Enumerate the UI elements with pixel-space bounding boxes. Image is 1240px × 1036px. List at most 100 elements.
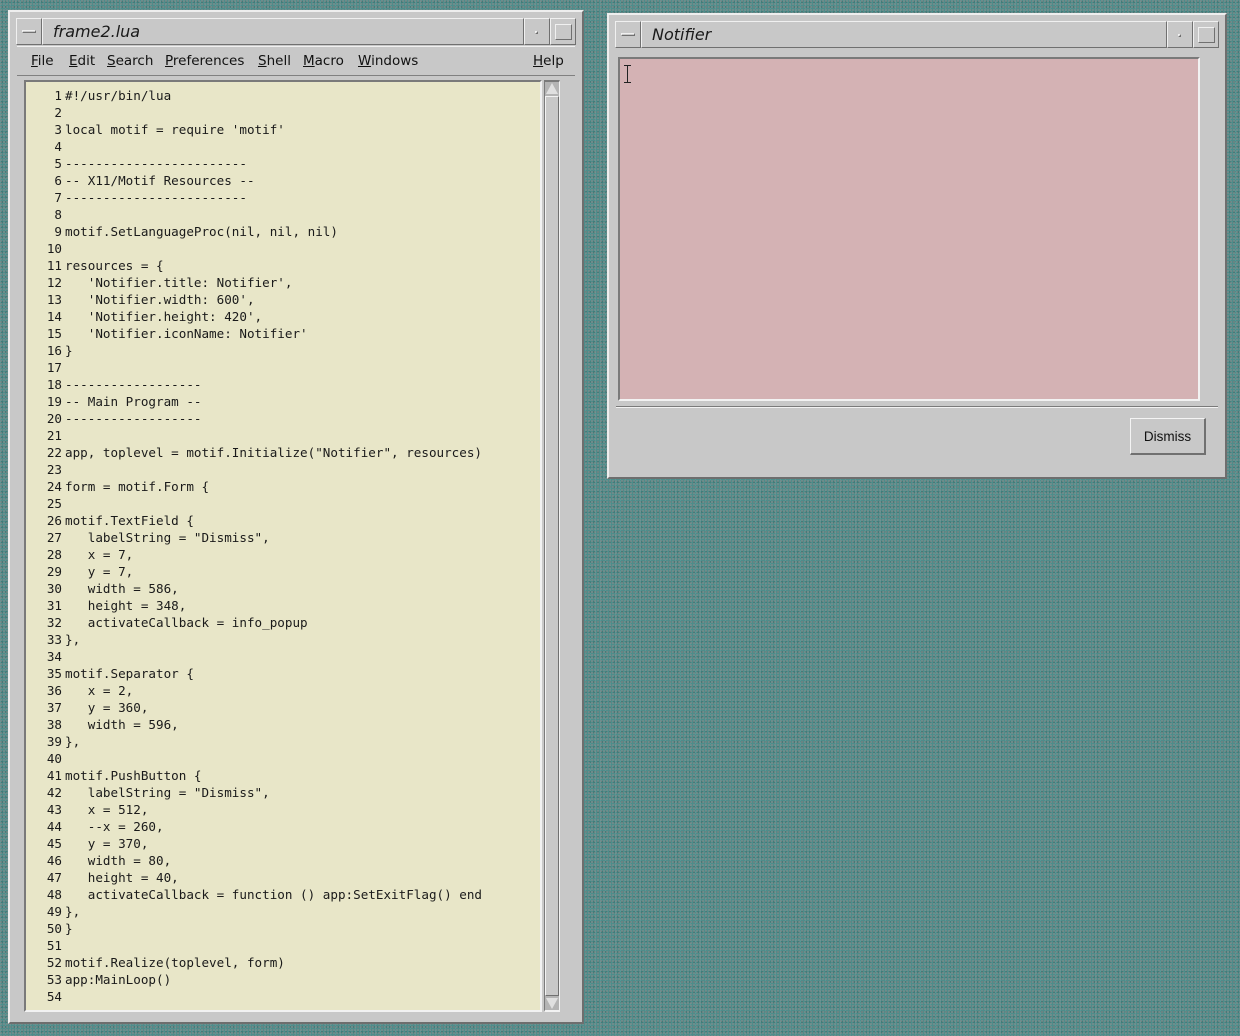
line-number: 47 <box>46 870 62 885</box>
line-number: 30 <box>46 581 62 596</box>
editor-titlebar[interactable]: frame2.lua <box>16 18 576 45</box>
line-number: 8 <box>54 207 62 222</box>
line-number: 50 <box>46 921 62 936</box>
line-number: 15 <box>46 326 62 341</box>
window-menu-button[interactable] <box>16 18 42 45</box>
line-number: 11 <box>46 258 62 273</box>
line-text: } <box>65 343 73 358</box>
maximize-button[interactable] <box>1193 21 1219 48</box>
line-text <box>62 427 65 444</box>
line-text <box>62 104 65 121</box>
line-number: 25 <box>46 496 62 511</box>
menu-file[interactable]: File <box>31 53 54 69</box>
line-text: width = 586, <box>65 581 179 596</box>
line-number: 43 <box>46 802 62 817</box>
code-line: 24 form = motif.Form { <box>26 478 482 495</box>
line-text: y = 360, <box>65 700 149 715</box>
scroll-up-arrow-icon[interactable] <box>546 83 558 94</box>
menu-shell[interactable]: Shell <box>258 53 291 69</box>
notifier-window-title[interactable]: Notifier <box>641 21 1167 48</box>
line-number: 21 <box>46 428 62 443</box>
editor-window: frame2.lua File Edit Search Preferences … <box>8 10 584 1024</box>
line-number: 48 <box>46 887 62 902</box>
notifier-text-field[interactable] <box>618 57 1200 401</box>
line-text <box>62 461 65 478</box>
window-menu-button[interactable] <box>615 21 641 48</box>
code-line: 32 activateCallback = info_popup <box>26 614 482 631</box>
code-line: 26 motif.TextField { <box>26 512 482 529</box>
line-number: 49 <box>46 904 62 919</box>
line-number: 37 <box>46 700 62 715</box>
line-number: 10 <box>46 241 62 256</box>
menu-bar: File Edit Search Preferences Shell Macro… <box>17 46 575 76</box>
line-number: 46 <box>46 853 62 868</box>
line-text: 'Notifier.width: 600', <box>65 292 255 307</box>
dismiss-button[interactable]: Dismiss <box>1130 418 1206 455</box>
code-line: 47 height = 40, <box>26 869 482 886</box>
line-text: form = motif.Form { <box>65 479 210 494</box>
menu-edit[interactable]: Edit <box>69 53 95 69</box>
code-line: 27 labelString = "Dismiss", <box>26 529 482 546</box>
menu-search[interactable]: Search <box>107 53 153 69</box>
line-text <box>62 648 65 665</box>
code-line: 40 <box>26 750 482 767</box>
line-text: }, <box>65 632 81 647</box>
minimize-icon <box>535 31 538 34</box>
minimize-button[interactable] <box>1167 21 1193 48</box>
line-number: 4 <box>54 139 62 154</box>
code-line: 35 motif.Separator { <box>26 665 482 682</box>
line-text: width = 596, <box>65 717 179 732</box>
code-line: 16} <box>26 342 482 359</box>
line-text: x = 7, <box>65 547 134 562</box>
line-text: height = 40, <box>65 870 179 885</box>
code-line: 50} <box>26 920 482 937</box>
vertical-scrollbar[interactable] <box>544 80 560 1012</box>
code-line: 8 <box>26 206 482 223</box>
line-text: app:MainLoop() <box>65 972 172 987</box>
line-number: 42 <box>46 785 62 800</box>
line-number: 14 <box>46 309 62 324</box>
notifier-titlebar[interactable]: Notifier <box>615 21 1219 48</box>
code-line: 13 'Notifier.width: 600', <box>26 291 482 308</box>
line-number: 29 <box>46 564 62 579</box>
line-number: 53 <box>46 972 62 987</box>
line-number: 45 <box>46 836 62 851</box>
code-line: 49}, <box>26 903 482 920</box>
window-menu-icon <box>621 33 635 36</box>
menu-preferences[interactable]: Preferences <box>165 53 244 69</box>
line-text: ------------------ <box>65 411 202 426</box>
line-text: -- X11/Motif Resources -- <box>65 173 255 188</box>
menu-help[interactable]: Help <box>533 53 564 69</box>
menu-macro[interactable]: Macro <box>303 53 344 69</box>
code-line: 15 'Notifier.iconName: Notifier' <box>26 325 482 342</box>
code-line: 7 ------------------------ <box>26 189 482 206</box>
line-text <box>62 206 65 223</box>
code-line: 5 ------------------------ <box>26 155 482 172</box>
minimize-button[interactable] <box>524 18 550 45</box>
scrollbar-thumb[interactable] <box>545 96 559 996</box>
line-number: 6 <box>54 173 62 188</box>
code-line: 38 width = 596, <box>26 716 482 733</box>
code-line: 41 motif.PushButton { <box>26 767 482 784</box>
code-line: 43 x = 512, <box>26 801 482 818</box>
menu-windows[interactable]: Windows <box>358 53 418 69</box>
editor-window-title[interactable]: frame2.lua <box>42 18 524 45</box>
line-number: 18 <box>46 377 62 392</box>
line-text: motif.PushButton { <box>65 768 202 783</box>
line-text: 'Notifier.title: Notifier', <box>65 275 293 290</box>
text-cursor-icon <box>624 65 631 83</box>
code-line: 6 -- X11/Motif Resources -- <box>26 172 482 189</box>
line-number: 24 <box>46 479 62 494</box>
code-editor[interactable]: 1 #!/usr/bin/lua 2 3 local motif = require '… <box>24 80 542 1012</box>
line-number: 34 <box>46 649 62 664</box>
scroll-down-arrow-icon[interactable] <box>546 998 558 1009</box>
code-line: 52 motif.Realize(toplevel, form) <box>26 954 482 971</box>
line-text: ------------------ <box>65 377 202 392</box>
line-text: motif.Separator { <box>65 666 194 681</box>
code-line: 28 x = 7, <box>26 546 482 563</box>
line-text: 'Notifier.iconName: Notifier' <box>65 326 308 341</box>
maximize-button[interactable] <box>550 18 576 45</box>
line-text: }, <box>65 734 81 749</box>
code-line: 11 resources = { <box>26 257 482 274</box>
minimize-icon <box>1178 34 1181 37</box>
